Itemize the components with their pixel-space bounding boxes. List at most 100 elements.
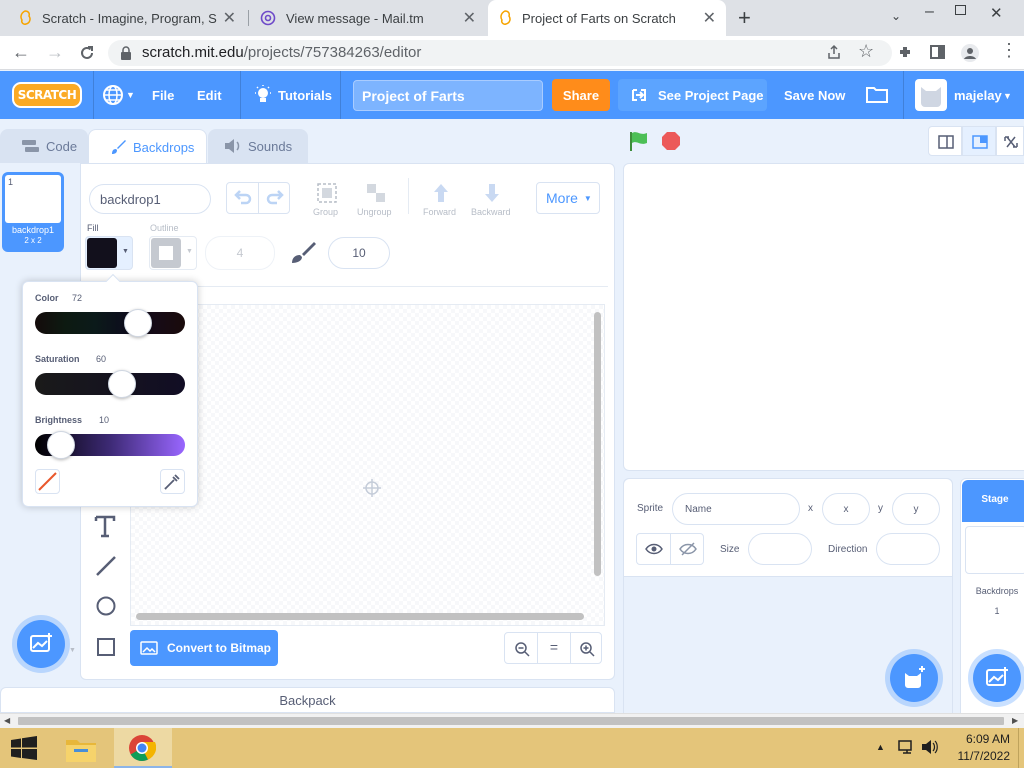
tab-code[interactable]: Code (0, 129, 88, 163)
tab-backdrops[interactable]: Backdrops (88, 129, 207, 164)
windows-start-icon[interactable] (10, 736, 38, 760)
fill-color-button[interactable]: ▼ (85, 236, 133, 270)
tab-search-icon[interactable]: ⌄ (891, 9, 901, 23)
restore-icon[interactable] (955, 5, 966, 15)
browser-tab-project[interactable]: Project of Farts on Scratch ✕ (488, 0, 726, 36)
file-menu[interactable]: File (152, 88, 174, 103)
no-color-button[interactable] (35, 469, 60, 494)
saturation-slider-handle[interactable] (108, 370, 136, 398)
color-slider-handle[interactable] (124, 309, 152, 337)
choose-sprite-button[interactable] (890, 654, 938, 702)
text-tool-icon[interactable] (94, 514, 116, 538)
clock-time[interactable]: 6:09 AM (944, 732, 1010, 746)
hide-eye-icon[interactable] (679, 541, 697, 557)
choose-stage-backdrop-button[interactable] (973, 654, 1021, 702)
outline-width-input[interactable]: 4 (205, 236, 275, 270)
sprite-name-input[interactable]: Name (672, 493, 800, 525)
backpack[interactable]: Backpack (0, 687, 615, 713)
paint-canvas[interactable] (130, 304, 605, 626)
scrollbar-thumb[interactable] (18, 717, 1004, 725)
show-desktop-button[interactable] (1018, 728, 1024, 768)
volume-icon[interactable] (921, 739, 939, 755)
rectangle-tool-icon[interactable] (95, 636, 117, 658)
close-icon[interactable]: ✕ (223, 8, 236, 28)
back-icon[interactable]: ← (12, 42, 30, 63)
profile-icon[interactable] (960, 43, 980, 63)
canvas-vertical-scrollbar[interactable] (594, 312, 601, 576)
stop-sign-icon[interactable] (660, 130, 682, 152)
username[interactable]: majelay (954, 88, 1002, 103)
choose-backdrop-button[interactable] (17, 620, 65, 668)
save-now-button[interactable]: Save Now (784, 88, 845, 103)
eyedropper-button[interactable] (160, 469, 185, 494)
avatar[interactable] (915, 79, 947, 111)
bookmark-star-icon[interactable]: ☆ (858, 41, 874, 62)
share-button[interactable]: Share (552, 79, 610, 111)
color-slider[interactable] (35, 312, 185, 334)
close-icon[interactable]: ✕ (703, 8, 716, 28)
fullscreen-button[interactable] (996, 126, 1024, 156)
forward-layer-icon[interactable] (430, 182, 452, 204)
brightness-slider-handle[interactable] (47, 431, 75, 459)
tutorials-button[interactable]: Tutorials (278, 88, 332, 103)
show-eye-icon[interactable] (645, 541, 663, 557)
backdrops-label: Backdrops (975, 586, 1019, 596)
clock-date[interactable]: 11/7/2022 (944, 749, 1011, 763)
language-globe-icon[interactable] (102, 84, 124, 106)
show-hidden-icons-icon[interactable]: ▲ (876, 742, 885, 752)
new-tab-icon[interactable]: + (738, 5, 751, 31)
normal-stage-button[interactable] (962, 126, 996, 156)
tab-sounds-label: Sounds (248, 138, 293, 154)
project-title-input[interactable]: Project of Farts (353, 80, 543, 111)
ungroup-icon[interactable] (364, 181, 388, 205)
close-window-icon[interactable]: ✕ (990, 4, 1003, 22)
chrome-taskbar-button[interactable] (114, 728, 172, 768)
y-input[interactable]: y (892, 493, 940, 525)
convert-to-bitmap-button[interactable]: Convert to Bitmap (130, 630, 278, 666)
browser-tab-scratch-home[interactable]: Scratch - Imagine, Program, Shar ✕ (8, 0, 246, 36)
circle-tool-icon[interactable] (95, 595, 117, 617)
see-project-page-button[interactable]: See Project Page (618, 79, 767, 111)
close-icon[interactable]: ✕ (463, 8, 476, 28)
stage-thumbnail[interactable] (965, 526, 1024, 574)
tab-sounds[interactable]: Sounds (208, 129, 308, 163)
direction-input[interactable] (876, 533, 940, 565)
zoom-reset-button[interactable]: = (538, 639, 570, 655)
file-explorer-icon[interactable] (64, 734, 98, 764)
outline-color-button[interactable]: ▼ (149, 236, 197, 270)
line-tool-icon[interactable] (94, 554, 118, 578)
network-icon[interactable] (898, 739, 916, 755)
backdrop-tile[interactable]: 1 backdrop1 2 x 2 (2, 172, 64, 252)
scratch-logo[interactable]: SCRATCH (12, 82, 82, 108)
group-icon[interactable] (315, 181, 339, 205)
green-flag-icon[interactable] (628, 130, 650, 152)
forward-icon[interactable]: → (46, 42, 64, 63)
account-caret-icon[interactable]: ▼ (1003, 91, 1012, 101)
menu-dots-icon[interactable]: ⋮ (1000, 40, 1018, 61)
zoom-in-icon[interactable] (579, 641, 595, 657)
zoom-out-icon[interactable] (514, 641, 530, 657)
x-input[interactable]: x (822, 493, 870, 525)
stage-canvas[interactable] (623, 163, 1024, 471)
browser-tab-mail[interactable]: View message - Mail.tm ✕ (250, 0, 486, 36)
more-button[interactable]: More ▼ (536, 182, 600, 214)
backward-layer-icon[interactable] (481, 182, 503, 204)
lock-icon[interactable] (120, 46, 132, 60)
canvas-horizontal-scrollbar[interactable] (136, 613, 584, 620)
costume-name-input[interactable]: backdrop1 (89, 184, 211, 214)
minimize-icon[interactable]: – (925, 3, 934, 21)
small-stage-button[interactable] (928, 126, 962, 156)
brush-size-input[interactable]: 10 (328, 237, 390, 269)
undo-icon[interactable] (233, 189, 253, 207)
scroll-left-icon[interactable]: ◀ (4, 716, 10, 725)
edit-menu[interactable]: Edit (197, 88, 222, 103)
scroll-right-icon[interactable]: ▶ (1012, 716, 1018, 725)
share-page-icon[interactable] (826, 44, 842, 60)
redo-icon[interactable] (265, 189, 285, 207)
page-horizontal-scrollbar[interactable]: ◀ ▶ (0, 713, 1024, 728)
size-input[interactable] (748, 533, 812, 565)
my-stuff-folder-icon[interactable] (866, 85, 888, 103)
side-panel-icon[interactable] (930, 45, 945, 59)
reload-icon[interactable] (78, 44, 96, 62)
extensions-icon[interactable] (898, 44, 914, 60)
